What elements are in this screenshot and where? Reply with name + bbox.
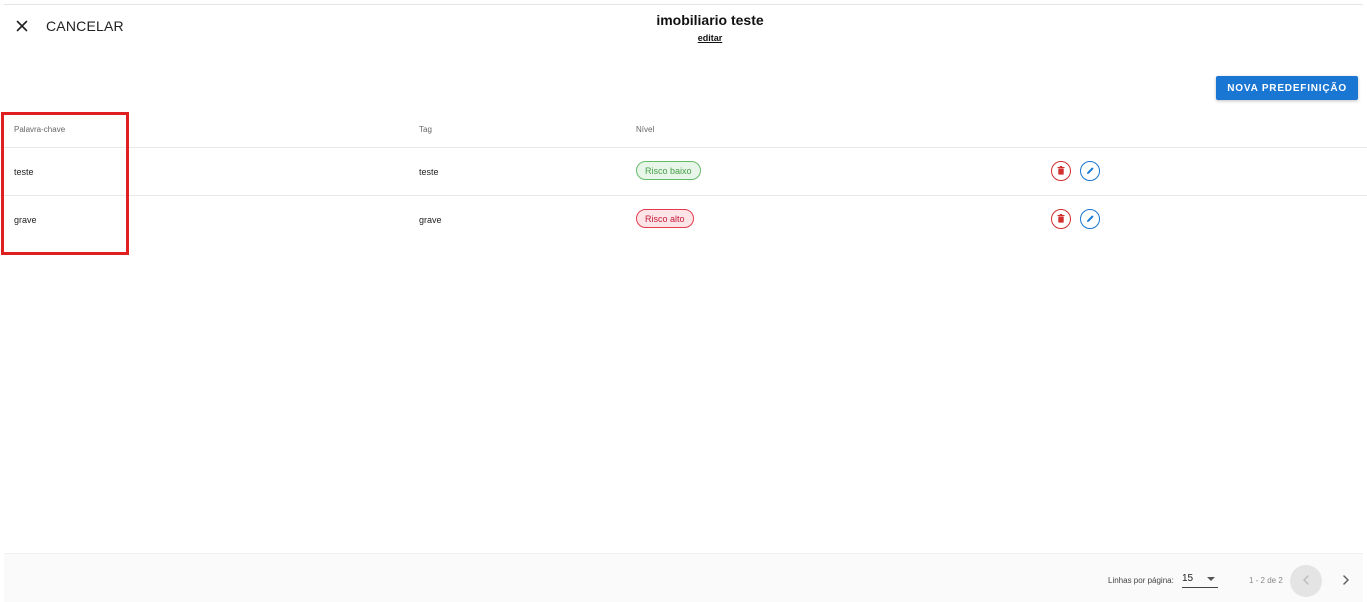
table-row: grave grave Risco alto bbox=[0, 196, 1367, 243]
risk-badge-high: Risco alto bbox=[636, 209, 694, 228]
page-header: CANCELAR imobiliario teste editar bbox=[0, 5, 1367, 55]
pagination-range: 1 - 2 de 2 bbox=[1249, 576, 1283, 585]
next-page-button[interactable] bbox=[1330, 565, 1362, 597]
table-row: teste teste Risco baixo bbox=[0, 148, 1367, 196]
chevron-left-icon bbox=[1302, 572, 1310, 590]
column-header-tag[interactable]: Tag bbox=[419, 125, 432, 134]
column-header-level[interactable]: Nível bbox=[636, 125, 654, 134]
edit-button[interactable] bbox=[1080, 161, 1100, 181]
pagination-footer: Linhas por página: 15 1 - 2 de 2 bbox=[4, 553, 1363, 602]
edit-icon bbox=[1086, 162, 1095, 180]
tag-cell: grave bbox=[419, 215, 442, 225]
risk-badge-low: Risco baixo bbox=[636, 161, 701, 180]
rows-per-page-value: 15 bbox=[1182, 573, 1194, 584]
previous-page-button[interactable] bbox=[1290, 565, 1322, 597]
edit-link[interactable]: editar bbox=[698, 33, 723, 43]
tag-cell: teste bbox=[419, 167, 439, 177]
edit-icon bbox=[1086, 210, 1095, 228]
rows-per-page-label: Linhas por página: bbox=[1108, 576, 1174, 585]
page-title: imobiliario teste bbox=[656, 12, 764, 28]
edit-button[interactable] bbox=[1080, 209, 1100, 229]
delete-button[interactable] bbox=[1051, 209, 1071, 229]
keyword-cell: teste bbox=[14, 167, 34, 177]
column-header-keyword[interactable]: Palavra-chave bbox=[14, 125, 65, 134]
title-block: imobiliario teste editar bbox=[0, 12, 1367, 46]
delete-icon bbox=[1057, 210, 1065, 228]
keyword-table: Palavra-chave Tag Nível teste teste Risc… bbox=[0, 114, 1367, 243]
caret-down-icon bbox=[1207, 577, 1215, 581]
keyword-cell: grave bbox=[14, 215, 37, 225]
table-header: Palavra-chave Tag Nível bbox=[0, 114, 1367, 148]
delete-icon bbox=[1057, 162, 1065, 180]
new-preset-button[interactable]: NOVA PREDEFINIÇÃO bbox=[1216, 76, 1358, 100]
rows-per-page-select[interactable]: 15 bbox=[1182, 569, 1218, 588]
delete-button[interactable] bbox=[1051, 161, 1071, 181]
chevron-right-icon bbox=[1342, 572, 1350, 590]
